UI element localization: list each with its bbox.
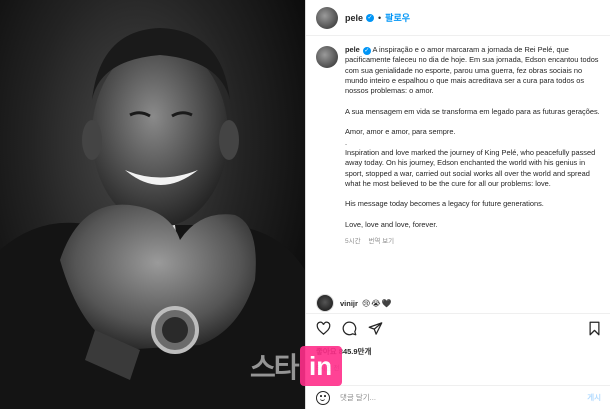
likes-count[interactable]: 좋아요 845.9만개 [316,346,371,357]
like-button[interactable] [314,320,332,338]
post-time: 5시간 전 [316,365,340,372]
verified-icon: ✓ [366,13,375,22]
caption-time: 5시간 [345,238,361,246]
caption-avatar[interactable] [316,46,338,68]
comment-item: vinijr 😢😭🖤 [316,294,393,312]
post-header: pele ✓ • 팔로우 [306,0,610,36]
share-icon [368,322,382,335]
post-photo[interactable] [0,0,305,409]
post-comment-button[interactable]: 게시 [587,392,601,403]
comment-button[interactable] [340,320,358,338]
portrait-illustration [0,28,305,409]
comment-icon [342,321,356,336]
share-button[interactable] [366,320,384,338]
caption-meta: 5시간 번역 보기 [345,235,601,245]
heart-icon [316,321,330,335]
comment-text: 😢😭🖤 [361,298,393,308]
username[interactable]: pele [345,13,363,23]
translate-link[interactable]: 번역 보기 [368,238,394,245]
comment-avatar[interactable] [316,294,334,312]
verified-icon: ✓ [362,47,371,55]
save-button[interactable] [585,320,603,338]
emoji-icon[interactable] [316,390,330,405]
bookmark-icon [589,321,599,336]
caption-area: pele ✓ A inspiração e o amor marcaram a j… [306,37,610,289]
action-bar [306,313,610,343]
caption-text: pele ✓ A inspiração e o amor marcaram a j… [345,45,601,230]
post-panel: pele ✓ • 팔로우 pele ✓ A inspiração e o amor… [305,0,610,409]
comment-box: 게시 [306,385,610,409]
caption-username[interactable]: pele [345,45,360,54]
separator-dot: • [378,12,382,23]
comment-input[interactable] [340,393,588,402]
follow-button[interactable]: 팔로우 [385,11,410,24]
avatar[interactable] [316,6,338,29]
caption-body: A inspiração e o amor marcaram a jornada… [345,45,600,230]
comment-username[interactable]: vinijr [340,299,358,308]
